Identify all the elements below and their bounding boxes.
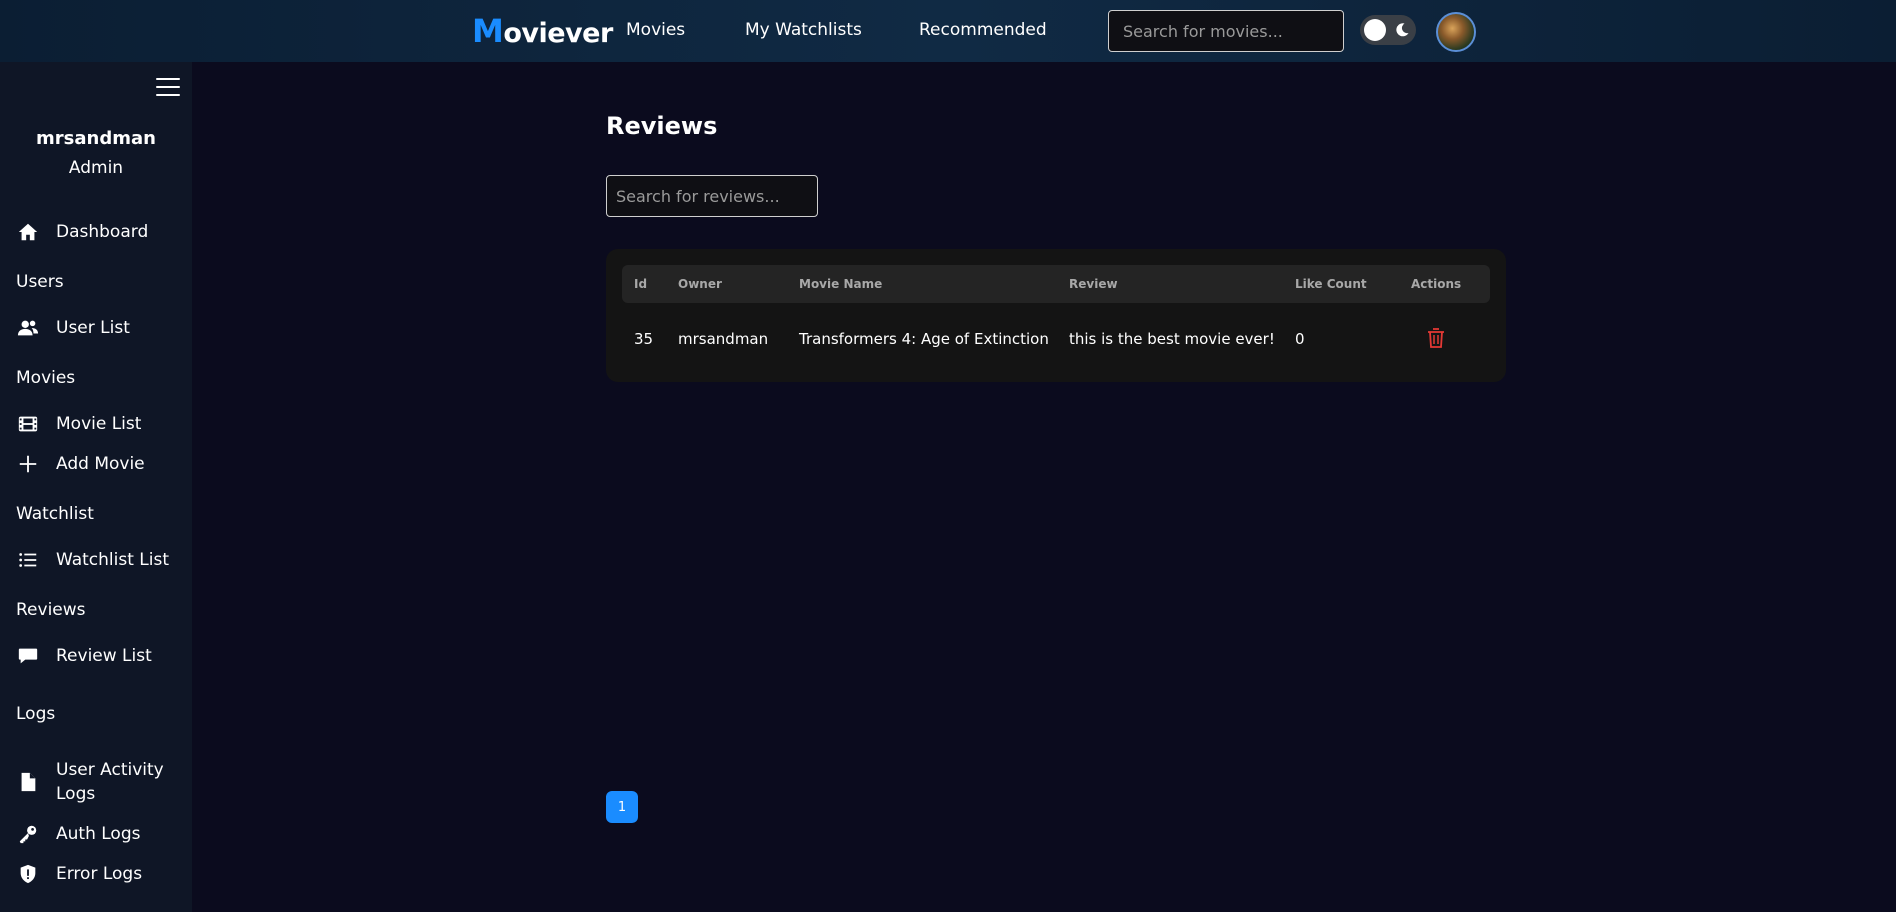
sidebar-section-movies: Movies (16, 368, 76, 388)
sidebar-item-review-list[interactable]: Review List (16, 644, 152, 668)
sidebar-item-label: Auth Logs (56, 824, 141, 844)
sidebar: mrsandman Admin Dashboard Users User Lis… (0, 62, 192, 912)
page-title: Reviews (606, 112, 718, 140)
column-header-actions: Actions (1411, 277, 1462, 291)
film-icon (16, 412, 40, 436)
movie-search-input[interactable] (1108, 10, 1344, 52)
column-header-owner[interactable]: Owner (678, 277, 722, 291)
cell-review: this is the best movie ever! (1069, 330, 1275, 348)
toggle-knob (1364, 19, 1386, 41)
sidebar-section-logs: Logs (16, 704, 56, 724)
top-navbar: Moviever Movies My Watchlists Recommende… (0, 0, 1896, 62)
hamburger-menu-icon[interactable] (156, 78, 180, 98)
logo-initial: M (472, 12, 504, 50)
sidebar-item-label: User List (56, 318, 130, 338)
home-icon (16, 220, 40, 244)
sidebar-item-add-movie[interactable]: Add Movie (16, 452, 145, 476)
nav-link-my-watchlists[interactable]: My Watchlists (745, 20, 862, 40)
pagination-page-button[interactable]: 1 (606, 791, 638, 823)
cell-id: 35 (634, 330, 654, 348)
sidebar-section-watchlist: Watchlist (16, 504, 94, 524)
file-icon (16, 770, 40, 794)
sidebar-item-label: Watchlist List (56, 550, 170, 570)
column-header-movie-name[interactable]: Movie Name (799, 277, 882, 291)
list-icon (16, 548, 40, 572)
sidebar-item-label: Movie List (56, 414, 142, 434)
sidebar-item-label: Review List (56, 646, 152, 666)
users-icon (16, 316, 40, 340)
sidebar-item-label: Add Movie (56, 454, 145, 474)
sidebar-item-label: Error Logs (56, 864, 143, 884)
logo[interactable]: Moviever (472, 12, 613, 50)
nav-link-recommended[interactable]: Recommended (919, 20, 1047, 40)
sidebar-item-label: Dashboard (56, 222, 149, 242)
cell-like-count: 0 (1295, 330, 1305, 348)
sidebar-item-auth-logs[interactable]: Auth Logs (16, 822, 140, 846)
sidebar-section-reviews: Reviews (16, 600, 86, 620)
comment-icon (16, 644, 40, 668)
reviews-table: Id Owner Movie Name Review Like Count Ac… (606, 249, 1506, 382)
logo-text: oviever (503, 18, 613, 49)
sidebar-item-user-activity-logs[interactable]: User Activity Logs (16, 758, 166, 806)
sidebar-item-error-logs[interactable]: Error Logs (16, 862, 142, 886)
moon-icon (1396, 23, 1409, 37)
cell-movie-name: Transformers 4: Age of Extinction (799, 330, 1049, 348)
table-header: Id Owner Movie Name Review Like Count Ac… (622, 265, 1490, 303)
column-header-like-count[interactable]: Like Count (1295, 277, 1367, 291)
trash-icon[interactable] (1426, 327, 1446, 349)
nav-link-movies[interactable]: Movies (626, 20, 685, 40)
plus-icon (16, 452, 40, 476)
theme-toggle[interactable] (1360, 15, 1416, 45)
sidebar-item-movie-list[interactable]: Movie List (16, 412, 141, 436)
sidebar-user-role: Admin (68, 158, 124, 178)
sidebar-user-name: mrsandman (36, 128, 156, 149)
sidebar-item-dashboard[interactable]: Dashboard (16, 220, 148, 244)
cell-owner: mrsandman (678, 330, 769, 348)
review-search-input[interactable] (606, 175, 818, 217)
shield-icon (16, 862, 40, 886)
sidebar-item-watchlist-list[interactable]: Watchlist List (16, 548, 169, 572)
column-header-id[interactable]: Id (634, 277, 647, 291)
sidebar-section-users: Users (16, 272, 64, 292)
sidebar-item-user-list[interactable]: User List (16, 316, 130, 340)
key-icon (16, 822, 40, 846)
avatar[interactable] (1436, 12, 1476, 52)
column-header-review[interactable]: Review (1069, 277, 1118, 291)
sidebar-item-label: User Activity Logs (56, 760, 164, 804)
